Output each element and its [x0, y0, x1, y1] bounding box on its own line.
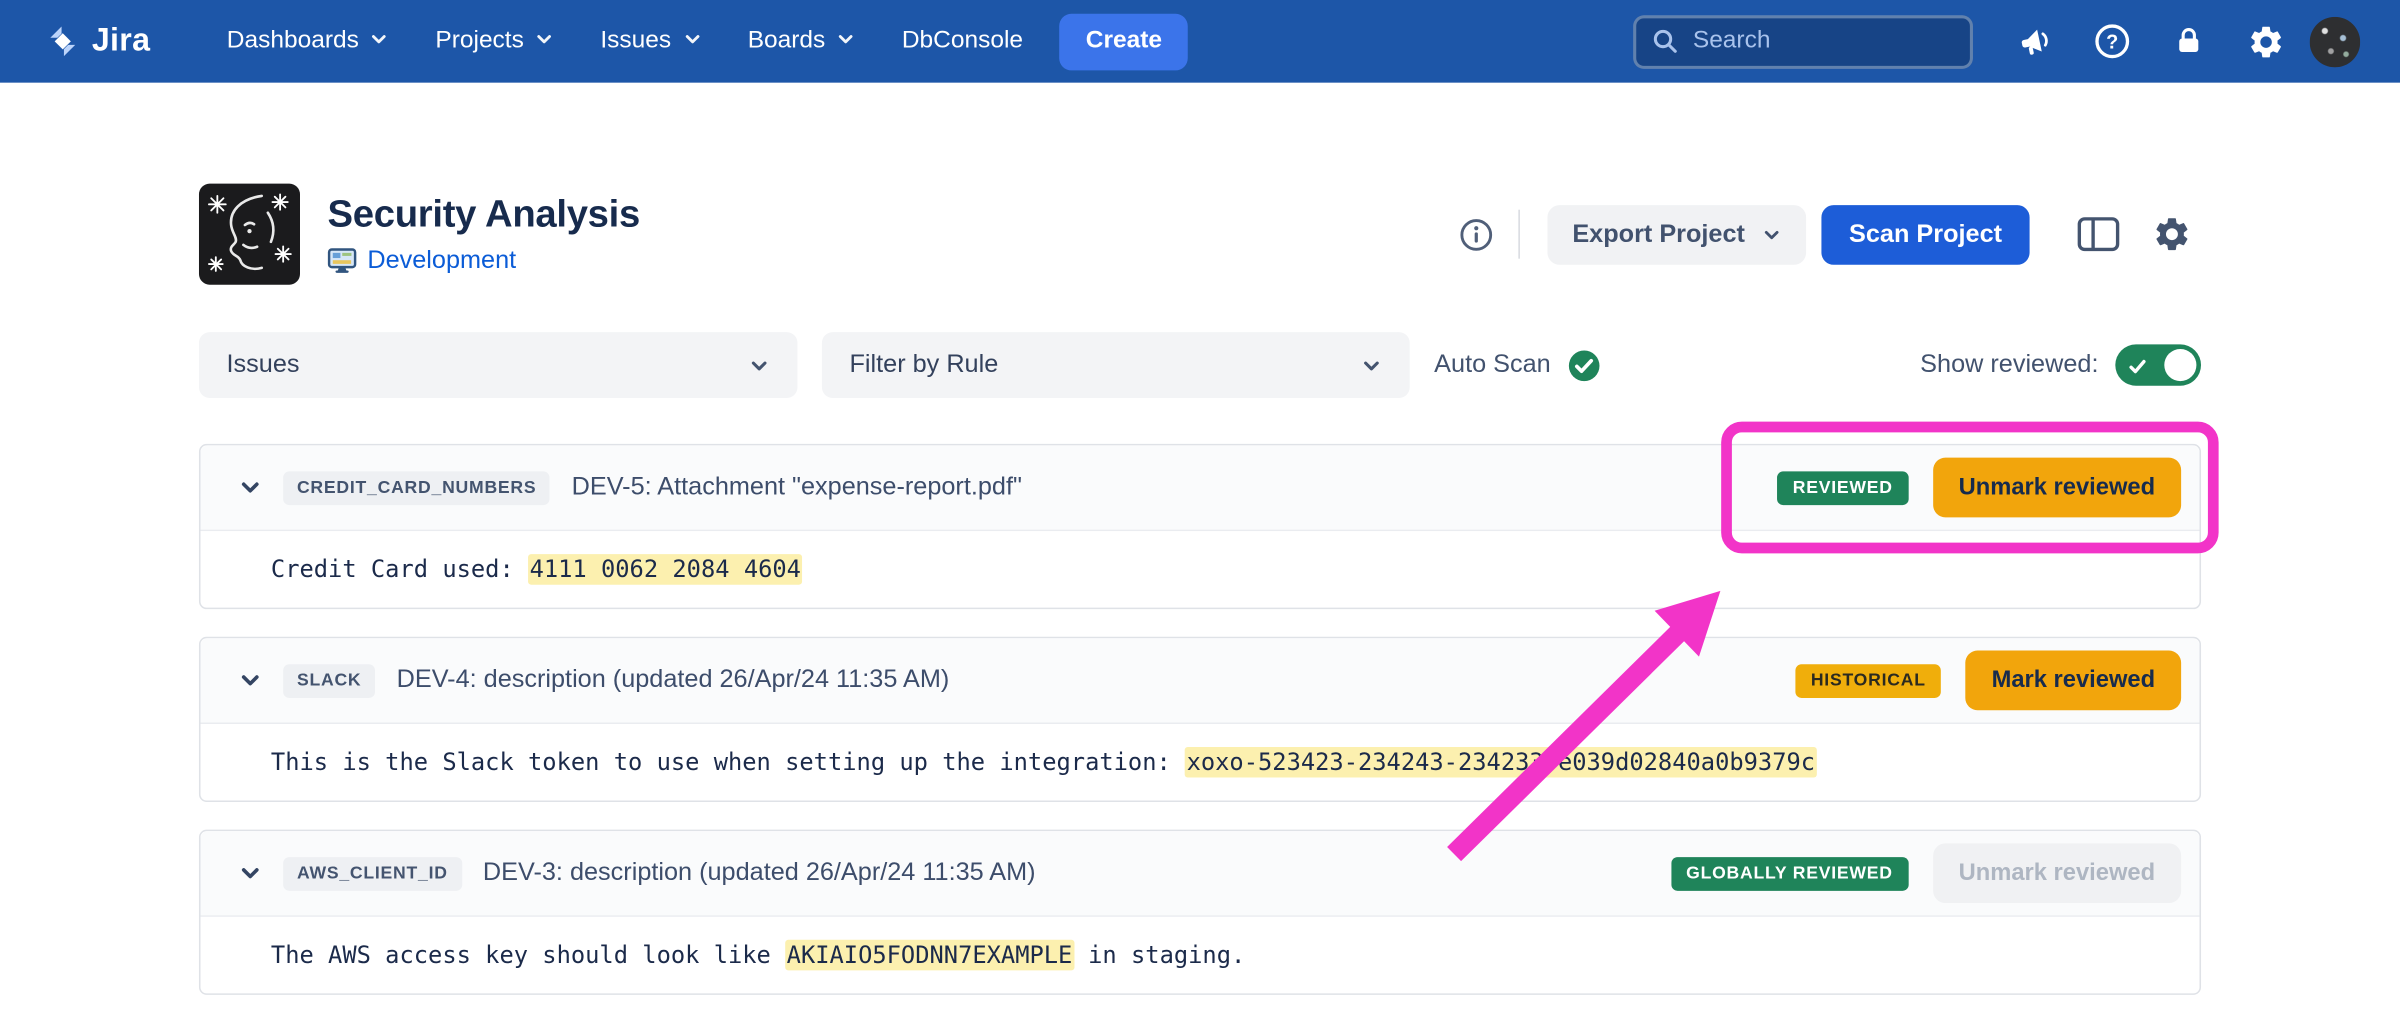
status-badge: HISTORICAL [1796, 664, 1942, 698]
collapse-chevron-icon[interactable] [228, 466, 271, 509]
search-icon [1652, 28, 1680, 56]
nav-dashboards-label: Dashboards [227, 28, 359, 56]
show-reviewed-label: Show reviewed: [1920, 351, 2098, 380]
issue-title: DEV-3: description (updated 26/Apr/24 11… [483, 859, 1036, 888]
secret-highlight: AKIAIO5FODNN7EXAMPLE [785, 940, 1074, 971]
project-link[interactable]: Development [367, 246, 516, 275]
issue-title: DEV-4: description (updated 26/Apr/24 11… [397, 666, 950, 695]
nav-projects-label: Projects [435, 28, 523, 56]
issues-dropdown-value: Issues [227, 351, 300, 380]
nav-dbconsole-label: DbConsole [902, 28, 1023, 56]
user-avatar[interactable] [2310, 16, 2361, 67]
search-input[interactable] [1693, 28, 1955, 56]
issue-card-actions: GLOBALLY REVIEWED Unmark reviewed [1671, 843, 2181, 903]
body-text: Credit Card used: [271, 556, 528, 584]
export-project-label: Export Project [1572, 220, 1745, 249]
chevron-down-icon [836, 29, 856, 57]
body-text: in staging. [1074, 941, 1245, 969]
rule-badge: SLACK [283, 664, 375, 698]
rule-filter-value: Filter by Rule [849, 351, 998, 380]
secret-highlight: 4111 0062 2084 4604 [528, 554, 802, 585]
unmark-reviewed-button[interactable]: Unmark reviewed [1933, 458, 2182, 518]
issue-card-header: AWS_CLIENT_ID DEV-3: description (update… [201, 831, 2200, 917]
help-icon[interactable]: ? [2080, 9, 2144, 73]
gear-icon[interactable] [2233, 9, 2297, 73]
check-icon [2128, 355, 2148, 384]
vertical-divider [1519, 210, 1521, 259]
rule-filter-dropdown[interactable]: Filter by Rule [822, 332, 1410, 398]
svg-text:?: ? [2106, 31, 2118, 53]
monitor-icon [328, 248, 357, 274]
brand-name: Jira [92, 23, 150, 60]
issue-title: DEV-5: Attachment "expense-report.pdf" [572, 473, 1022, 502]
chevron-down-icon [682, 29, 702, 57]
page-root: Jira Dashboards Projects Issues Boards D… [0, 0, 2400, 1011]
project-header: Security Analysis Development [199, 184, 2201, 285]
rule-badge: AWS_CLIENT_ID [283, 856, 461, 890]
status-badge: REVIEWED [1777, 471, 1908, 505]
project-avatar [199, 184, 300, 285]
export-project-button[interactable]: Export Project [1548, 204, 1806, 264]
issue-card-dev3: AWS_CLIENT_ID DEV-3: description (update… [199, 830, 2201, 995]
info-icon[interactable] [1448, 207, 1503, 262]
chevron-down-icon [748, 354, 769, 375]
issue-card-actions: HISTORICAL Mark reviewed [1796, 651, 2182, 711]
header-actions: Export Project Scan Project [1448, 204, 2201, 264]
project-row: Development [328, 246, 640, 275]
rule-badge: CREDIT_CARD_NUMBERS [283, 471, 550, 505]
issue-card-header: SLACK DEV-4: description (updated 26/Apr… [201, 638, 2200, 724]
issue-body: The AWS access key should look like AKIA… [201, 917, 2200, 994]
jira-mark-icon [46, 24, 80, 58]
nav-boards[interactable]: Boards [748, 26, 856, 57]
show-reviewed-control: Show reviewed: [1920, 344, 2201, 385]
issue-body: Credit Card used: 4111 0062 2084 4604 [201, 531, 2200, 608]
scan-project-button[interactable]: Scan Project [1821, 204, 2029, 264]
unmark-reviewed-button-disabled: Unmark reviewed [1933, 843, 2182, 903]
show-reviewed-toggle[interactable] [2115, 344, 2201, 385]
top-navbar: Jira Dashboards Projects Issues Boards D… [0, 0, 2400, 83]
page-title: Security Analysis [328, 193, 640, 237]
chevron-down-icon [1762, 224, 1782, 244]
detail-view-icon[interactable] [2069, 205, 2127, 263]
nav-dashboards[interactable]: Dashboards [227, 26, 390, 57]
status-badge: GLOBALLY REVIEWED [1671, 856, 1908, 890]
secret-highlight: xoxo-523423-234243-234233-e039d02840a0b9… [1185, 747, 1817, 778]
issue-card-actions: REVIEWED Unmark reviewed [1777, 458, 2181, 518]
issue-card-header: CREDIT_CARD_NUMBERS DEV-5: Attachment "e… [201, 445, 2200, 531]
issue-body: This is the Slack token to use when sett… [201, 724, 2200, 801]
primary-nav: Dashboards Projects Issues Boards DbCons… [227, 26, 1023, 57]
navbar-right: ? [1633, 9, 2360, 73]
body-text: The AWS access key should look like [271, 941, 785, 969]
issue-list: CREDIT_CARD_NUMBERS DEV-5: Attachment "e… [199, 444, 2201, 1011]
title-block: Security Analysis Development [328, 193, 640, 276]
auto-scan-indicator: Auto Scan [1434, 348, 1601, 382]
settings-gear-icon[interactable] [2143, 205, 2201, 263]
auto-scan-label: Auto Scan [1434, 351, 1551, 380]
chevron-down-icon [1361, 354, 1382, 375]
mark-reviewed-button[interactable]: Mark reviewed [1966, 651, 2182, 711]
issues-dropdown[interactable]: Issues [199, 332, 797, 398]
filter-row: Issues Filter by Rule Auto Scan Show rev… [199, 332, 2201, 398]
nav-issues-label: Issues [600, 28, 671, 56]
nav-projects[interactable]: Projects [435, 26, 554, 57]
search-box[interactable] [1633, 15, 1973, 69]
body-text: This is the Slack token to use when sett… [271, 748, 1185, 776]
nav-issues[interactable]: Issues [600, 26, 701, 57]
issue-card-dev5: CREDIT_CARD_NUMBERS DEV-5: Attachment "e… [199, 444, 2201, 609]
main-content: Security Analysis Development [0, 184, 2400, 1011]
issue-card-dev4: SLACK DEV-4: description (updated 26/Apr… [199, 637, 2201, 802]
check-circle-icon[interactable] [1568, 348, 1602, 382]
collapse-chevron-icon[interactable] [228, 852, 271, 895]
chevron-down-icon [370, 29, 390, 57]
chevron-down-icon [535, 29, 555, 57]
create-button[interactable]: Create [1060, 13, 1188, 70]
collapse-chevron-icon[interactable] [228, 659, 271, 702]
lock-icon[interactable] [2157, 9, 2221, 73]
nav-dbconsole[interactable]: DbConsole [902, 28, 1023, 56]
jira-logo[interactable]: Jira [46, 23, 150, 60]
megaphone-icon[interactable] [2004, 9, 2068, 73]
nav-boards-label: Boards [748, 28, 826, 56]
toggle-knob [2164, 349, 2196, 381]
